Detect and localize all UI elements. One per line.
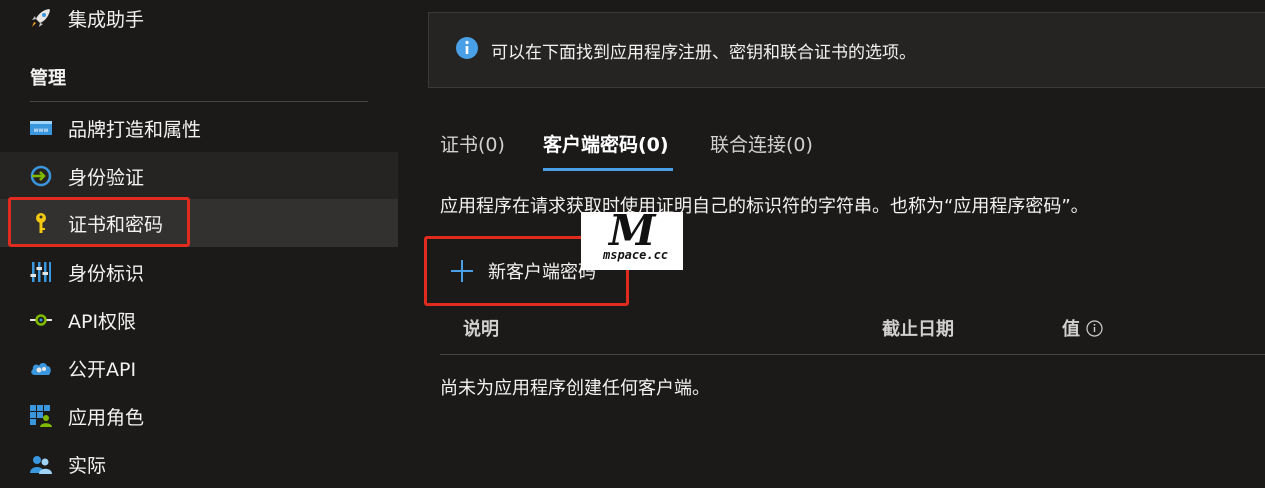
column-header-value-label: 值 [1062, 319, 1080, 340]
secrets-table-header: 说明 截止日期 值 [440, 312, 1265, 355]
sidebar-item-branding[interactable]: www 品牌打造和属性 [0, 104, 398, 152]
info-bar: 可以在下面找到应用程序注册、密钥和联合证书的选项。 [428, 12, 1265, 88]
sidebar-item-label: 应用角色 [68, 406, 145, 429]
branding-icon: www [27, 114, 55, 142]
api-permissions-icon [27, 306, 55, 334]
sidebar-item-integration-assistant[interactable]: 集成助手 [0, 0, 398, 42]
sidebar-item-label: 身份验证 [68, 166, 145, 189]
watermark-text: mspace.cc [603, 248, 669, 262]
authentication-icon [27, 162, 55, 190]
rocket-icon [27, 4, 55, 32]
column-header-value[interactable]: 值 [1062, 315, 1103, 341]
sidebar-item-label: 身份标识 [68, 262, 145, 285]
sidebar-item-app-roles[interactable]: 应用角色 [0, 392, 398, 440]
tab-federated-credentials[interactable]: 联合连接(0) [710, 130, 813, 157]
tab-client-secrets[interactable]: 客户端密码(0) [543, 130, 669, 157]
highlight-annotation [8, 197, 190, 247]
column-header-description[interactable]: 说明 [463, 315, 499, 341]
section-title-manage: 管理 [30, 68, 66, 89]
info-text: 可以在下面找到应用程序注册、密钥和联合证书的选项。 [491, 42, 916, 63]
sidebar-item-owners[interactable]: 实际 [0, 440, 398, 488]
watermark-logo: M mspace.cc [581, 212, 683, 270]
tab-selected-indicator [543, 168, 673, 171]
empty-state-message: 尚未为应用程序创建任何客户端。 [440, 378, 710, 399]
sidebar-item-label: 品牌打造和属性 [68, 118, 202, 141]
sidebar-item-label: 集成助手 [68, 8, 145, 31]
app-roles-icon [27, 402, 55, 430]
sidebar-item-expose-api[interactable]: 公开API [0, 344, 398, 392]
sidebar-item-label: API权限 [68, 310, 137, 333]
sidebar-item-token-configuration[interactable]: 身份标识 [0, 248, 398, 296]
expose-api-icon [27, 354, 55, 382]
sidebar-item-api-permissions[interactable]: API权限 [0, 296, 398, 344]
sidebar-item-label: 实际 [68, 454, 107, 477]
tab-certificates[interactable]: 证书(0) [440, 130, 505, 157]
owners-icon [27, 450, 55, 478]
info-icon [455, 36, 479, 64]
svg-text:www: www [34, 127, 49, 134]
section-description: 应用程序在请求获取时使用证明自己的标识符的字符串。也称为“应用程序密码”。 [440, 196, 1089, 217]
sidebar-item-authentication[interactable]: 身份验证 [0, 152, 398, 200]
column-header-expires[interactable]: 截止日期 [882, 315, 954, 341]
info-circle-icon[interactable] [1086, 319, 1103, 337]
sidebar-item-label: 公开API [68, 358, 137, 381]
section-divider [30, 101, 368, 102]
token-config-icon [27, 258, 55, 286]
sidebar-nav: 集成助手 管理 www 品牌打造和属性 身份验证 证书和密码 身份标识 API权… [0, 0, 398, 483]
